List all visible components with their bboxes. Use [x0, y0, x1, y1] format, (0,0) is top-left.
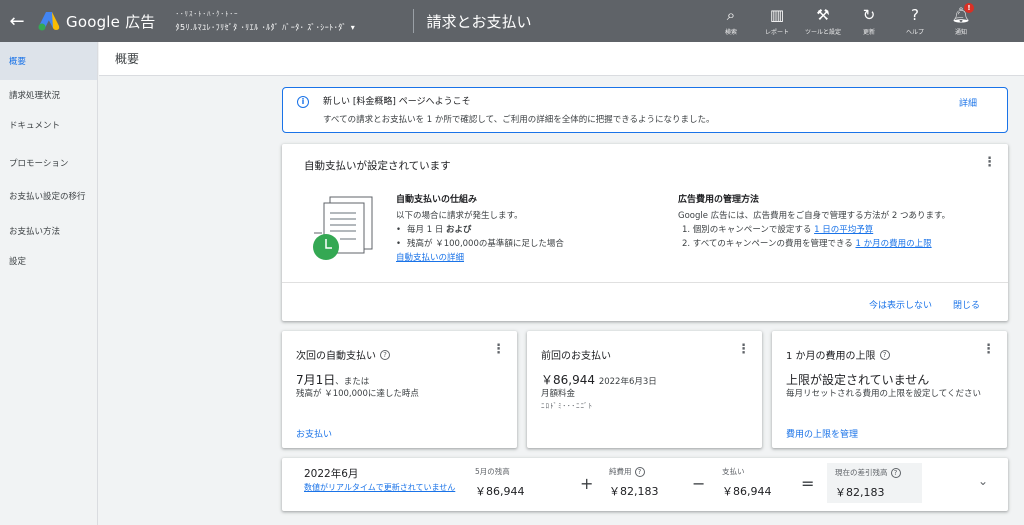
info-icon: i [297, 96, 309, 108]
notifications-button[interactable]: 🔔︎ ! 通知 [938, 0, 984, 42]
help-label: ヘルプ [905, 29, 924, 36]
autopay-bullet-monthly: • 毎月 1 日 および [396, 225, 472, 235]
sidebar-item-documents[interactable]: ドキュメント [0, 110, 97, 140]
google-ads-logo[interactable]: Google 広告 [38, 11, 155, 32]
monthly-limit-link[interactable]: 1 か月の費用の上限 [856, 239, 932, 249]
minus-sign: − [692, 474, 706, 493]
autopay-card: 自動支払いが設定されています ⋮ 自動支払いの仕組み 以下の場合に請求が発生しま… [282, 144, 1008, 321]
account-name: ･･ﾘｽ･ﾄ･ﾊ･ｸ･ﾄ･ｰ [175, 10, 239, 18]
payment-method-masked: ﾆﾛﾄﾞﾐ･･･ﾆﾆﾞﾄ [541, 402, 593, 410]
last-payment-amount: ￥86,944 2022年6月3日 [541, 373, 657, 387]
banner-details-link[interactable]: 詳細 [959, 96, 977, 109]
reports-button[interactable]: ▥ レポート [754, 0, 800, 42]
next-autopay-date: 7月1日、または [296, 373, 370, 387]
autopay-title: 自動支払いが設定されています [304, 160, 451, 172]
divider [413, 9, 415, 33]
dont-show-now-button[interactable]: 今は表示しない [869, 298, 932, 311]
section-header: 概要 [99, 42, 1024, 76]
sidebar-item-payment-migration[interactable]: お支払い設定の移行 [0, 178, 97, 216]
dropdown-arrow-icon: ▾ [350, 23, 356, 32]
help-icon: ? [911, 6, 919, 24]
more-vert-icon[interactable]: ⋮ [982, 343, 995, 356]
cost-method-1: 1. 個別のキャンペーンで設定する 1 日の平均予算 [682, 225, 874, 235]
chevron-down-icon[interactable]: ⌄ [978, 474, 988, 488]
monthly-limit-text: 毎月リセットされる費用の上限を設定してください [786, 389, 981, 399]
current-balance: 現在の差引残高? ￥82,183 [827, 463, 922, 503]
last-payment-card: 前回のお支払い ⋮ ￥86,944 2022年6月3日 月額料金 ﾆﾛﾄﾞﾐ･･… [527, 331, 762, 448]
sidebar-item-payment-methods[interactable]: お支払い方法 [0, 216, 97, 246]
plus-sign: + [580, 474, 594, 493]
monthly-limit-title: 1 か月の費用の上限 [786, 351, 876, 362]
realtime-note-link[interactable]: 数値がリアルタイムで更新されていません [304, 482, 459, 493]
more-vert-icon[interactable]: ⋮ [492, 343, 505, 356]
sidebar-item-overview[interactable]: 概要 [0, 42, 97, 80]
banner-title: 新しい [料金概略] ページへようこそ [323, 97, 471, 107]
daily-budget-link[interactable]: 1 日の平均予算 [814, 225, 873, 235]
autopay-details-link[interactable]: 自動支払いの詳細 [396, 253, 464, 263]
manage-limit-link[interactable]: 費用の上限を管理 [786, 427, 858, 440]
sidebar-item-billing-status[interactable]: 請求処理状況 [0, 80, 97, 110]
tools-settings-label: ツールと設定 [804, 29, 841, 36]
summary-month: 2022年6月 [304, 468, 359, 480]
section-title: 概要 [115, 52, 140, 66]
search-label: 検索 [724, 29, 737, 36]
autopay-how-text: 以下の場合に請求が発生します。 [396, 211, 523, 221]
banner-text: すべての請求とお支払いを 1 か所で確認して、ご利用の詳細を全体的に把握できるよ… [323, 115, 715, 125]
invoice-clock-illustration [313, 196, 373, 260]
reports-label: レポート [764, 29, 789, 36]
autopay-how-section: 自動支払いの仕組み 以下の場合に請求が発生します。 • 毎月 1 日 および •… [396, 192, 626, 265]
refresh-button[interactable]: ↻ 更新 [846, 0, 892, 42]
cost-method-2: 2. すべてのキャンペーンの費用を管理できる 1 か月の費用の上限 [682, 239, 932, 249]
monthly-limit-status: 上限が設定されていません [786, 373, 930, 387]
sidebar-item-settings[interactable]: 設定 [0, 246, 97, 276]
top-app-bar: ← Google 広告 ･･ﾘｽ･ﾄ･ﾊ･ｸ･ﾄ･ｰ ﾀ5ﾘ.ﾙﾏﾕﾚ･ﾌﾘｾﾞ… [0, 0, 1024, 42]
report-icon: ▥ [769, 6, 785, 24]
sidebar-item-promotions[interactable]: プロモーション [0, 148, 97, 178]
next-autopay-card: 次回の自動支払い ? ⋮ 7月1日、または 残高が ￥100,000に達した時点… [282, 331, 517, 448]
help-circle-icon[interactable]: ? [634, 466, 645, 477]
search-button[interactable]: ⌕ 検索 [708, 0, 754, 42]
help-circle-icon[interactable]: ? [380, 349, 390, 360]
payments: 支払い ￥86,944 [722, 467, 772, 498]
refresh-label: 更新 [862, 29, 875, 36]
net-cost: 純費用? ￥82,183 [609, 466, 659, 498]
tools-settings-button[interactable]: ⚒ ツールと設定 [800, 0, 846, 42]
cost-management-text: Google 広告には、広告費用をご自身で管理する方法が 2 つあります。 [678, 211, 951, 221]
last-payment-title: 前回のお支払い [541, 351, 611, 362]
help-circle-icon[interactable]: ? [890, 467, 901, 478]
cost-management-section: 広告費用の管理方法 Google 広告には、広告費用をご自身で管理する方法が 2… [678, 192, 988, 251]
search-icon: ⌕ [726, 6, 736, 24]
account-id: ﾀ5ﾘ.ﾙﾏﾕﾚ･ﾌﾘｾﾞﾀ ･ﾘｴﾙ ･ﾙﾀﾞ ﾊﾞｰﾀ･ ｽﾞ･ｼｰﾄ･ﾀﾞ [175, 23, 347, 32]
welcome-banner: i 新しい [料金概略] ページへようこそ すべての請求とお支払いを 1 か所で… [282, 87, 1008, 133]
wrench-icon: ⚒ [816, 6, 830, 24]
monthly-summary-card[interactable]: 2022年6月 数値がリアルタイムで更新されていません 5月の残高 ￥86,94… [282, 458, 1008, 511]
more-vert-icon[interactable]: ⋮ [737, 343, 750, 356]
more-vert-icon[interactable]: ⋮ [983, 156, 996, 169]
last-payment-type: 月額料金 [541, 389, 576, 399]
monthly-limit-card: 1 か月の費用の上限 ? ⋮ 上限が設定されていません 毎月リセットされる費用の… [772, 331, 1007, 448]
next-autopay-title: 次回の自動支払い [296, 351, 376, 362]
equals-sign: = [801, 474, 815, 493]
main-content: i 新しい [料金概略] ページへようこそ すべての請求とお支払いを 1 か所で… [99, 77, 1024, 525]
next-autopay-condition: 残高が ￥100,000に達した時点 [296, 389, 419, 399]
notifications-label: 通知 [954, 29, 967, 36]
close-button[interactable]: 閉じる [953, 298, 980, 311]
google-ads-logo-icon [38, 12, 60, 31]
refresh-icon: ↻ [862, 6, 876, 24]
payment-link[interactable]: お支払い [296, 427, 332, 440]
help-button[interactable]: ? ヘルプ [892, 0, 938, 42]
sidebar-nav: 概要 請求処理状況 ドキュメント プロモーション お支払い設定の移行 お支払い方… [0, 42, 98, 525]
previous-balance: 5月の残高 ￥86,944 [475, 467, 525, 498]
autopay-card-footer: 今は表示しない 閉じる [282, 282, 1008, 321]
autopay-how-title: 自動支払いの仕組み [396, 195, 478, 205]
autopay-bullet-threshold: • 残高が ￥100,000の基準額に足した場合 [396, 239, 564, 249]
help-circle-icon[interactable]: ? [879, 349, 890, 360]
back-arrow-icon[interactable]: ← [0, 0, 34, 42]
product-name: Google 広告 [66, 12, 156, 31]
account-selector[interactable]: ･･ﾘｽ･ﾄ･ﾊ･ｸ･ﾄ･ｰ ﾀ5ﾘ.ﾙﾏﾕﾚ･ﾌﾘｾﾞﾀ ･ﾘｴﾙ ･ﾙﾀﾞ … [175, 9, 405, 33]
page-title: 請求とお支払い [426, 12, 532, 31]
notification-badge: ! [964, 3, 974, 13]
cost-management-title: 広告費用の管理方法 [678, 195, 760, 205]
